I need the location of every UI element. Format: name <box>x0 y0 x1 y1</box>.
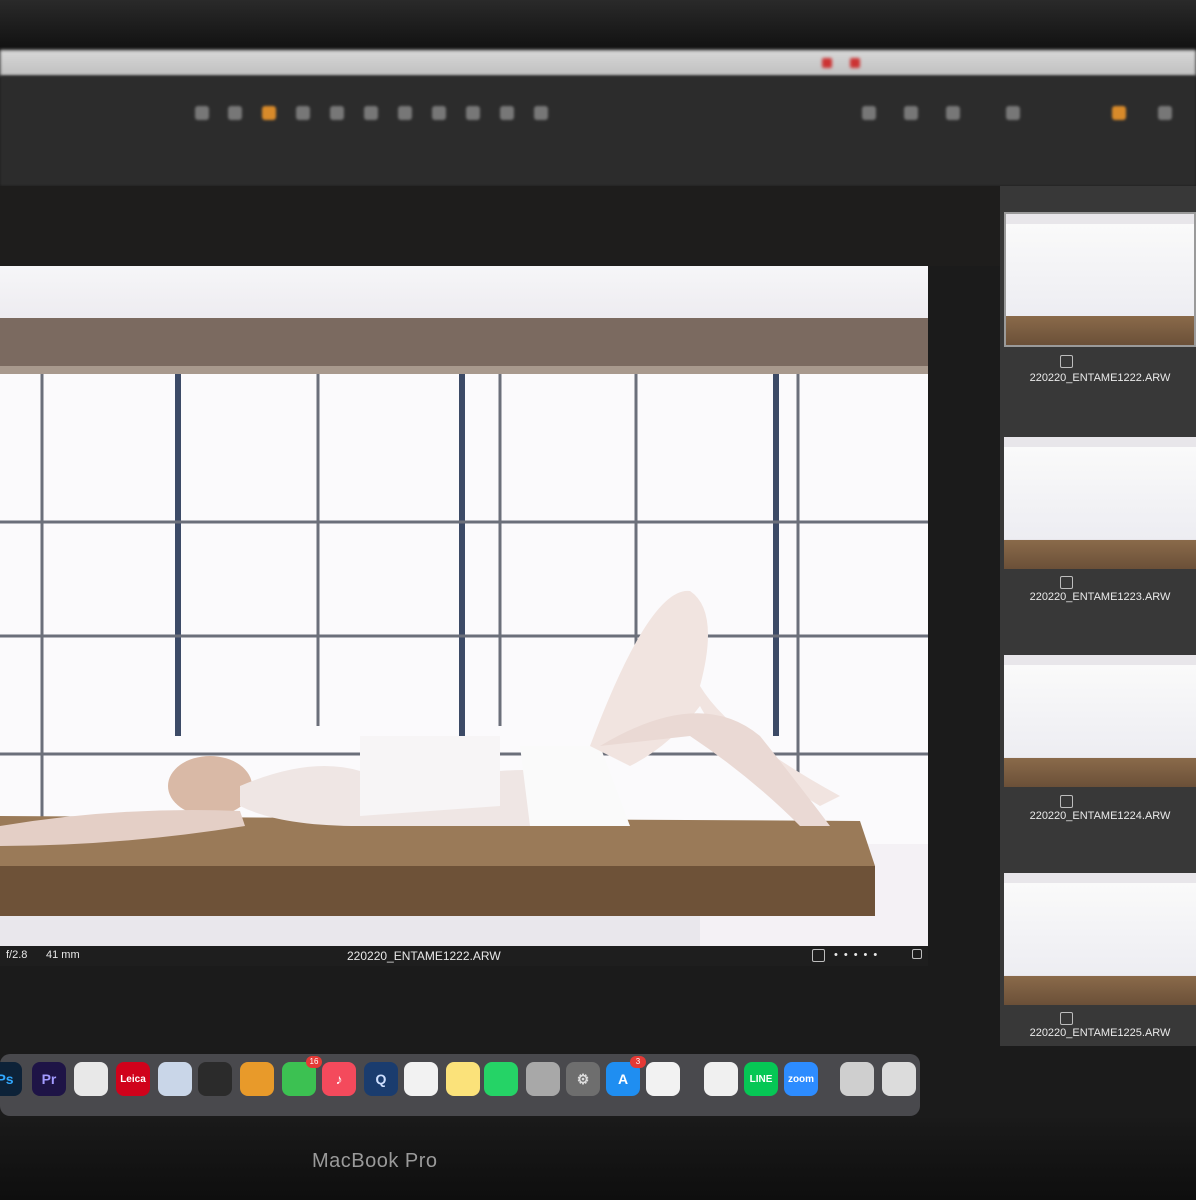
zoom-icon[interactable]: zoom <box>784 1062 818 1096</box>
tool-icon[interactable] <box>262 106 276 120</box>
leica-icon[interactable]: Leica <box>116 1062 150 1096</box>
rating-dots[interactable]: ••••• <box>834 949 883 961</box>
tool-icon[interactable] <box>534 106 548 120</box>
laptop-bezel-top <box>0 0 1196 50</box>
select-checkbox[interactable] <box>812 949 825 962</box>
tool-icon[interactable] <box>398 106 412 120</box>
thumbnail-filename: 220220_ENTAME1224.ARW <box>1029 810 1171 822</box>
tool-icon[interactable] <box>330 106 344 120</box>
menu-bar <box>0 50 1196 76</box>
filmstrip-thumbnail[interactable] <box>1004 873 1196 1005</box>
tool-icon[interactable] <box>1158 106 1172 120</box>
quicktime-icon[interactable]: Q <box>364 1062 398 1096</box>
davinci-resolve-icon[interactable] <box>198 1062 232 1096</box>
app-toolbar <box>0 76 1196 186</box>
notes-icon[interactable] <box>446 1062 480 1096</box>
photoshop-icon[interactable]: Ps <box>0 1062 22 1096</box>
script-editor-icon[interactable] <box>404 1062 438 1096</box>
viewer-background <box>0 186 1000 266</box>
filmstrip-thumbnail[interactable] <box>1004 437 1196 569</box>
record-indicator-icon <box>822 58 832 68</box>
chrome-icon[interactable] <box>74 1062 108 1096</box>
preview-icon[interactable] <box>158 1062 192 1096</box>
acrobat-icon[interactable] <box>704 1062 738 1096</box>
thumbnail-checkbox[interactable] <box>1060 1012 1073 1025</box>
thumbnail-filename: 220220_ENTAME1225.ARW <box>1029 1027 1171 1039</box>
aperture-label: f/2.8 <box>6 949 28 961</box>
tool-icon[interactable] <box>195 106 209 120</box>
main-photo-filename: 220220_ENTAME1222.ARW <box>347 949 501 963</box>
tool-icon[interactable] <box>432 106 446 120</box>
music-icon[interactable]: ♪ <box>322 1062 356 1096</box>
thumbnail-checkbox[interactable] <box>1060 355 1073 368</box>
main-photo-viewer[interactable] <box>0 266 928 946</box>
premiere-icon[interactable]: Pr <box>32 1062 66 1096</box>
dock: Ps Pr Leica ♪ Q ⚙ A LINE zoom 16 3 <box>0 1054 920 1116</box>
thumbnail-filename: 220220_ENTAME1222.ARW <box>1029 372 1171 384</box>
flag-icon[interactable] <box>912 949 922 959</box>
photo-info-bar: f/2.8 41 mm 220220_ENTAME1222.ARW ••••• <box>0 946 928 966</box>
tool-icon[interactable] <box>1112 106 1126 120</box>
laptop-brand-label: MacBook Pro <box>312 1150 438 1172</box>
system-preferences-icon[interactable]: ⚙ <box>566 1062 600 1096</box>
screenshot-icon[interactable] <box>526 1062 560 1096</box>
tool-icon[interactable] <box>466 106 480 120</box>
filmstrip-thumbnail-selected[interactable] <box>1004 212 1196 347</box>
tool-icon[interactable] <box>862 106 876 120</box>
thumbnail-filename: 220220_ENTAME1223.ARW <box>1029 591 1171 603</box>
line-icon[interactable]: LINE <box>744 1062 778 1096</box>
tool-icon[interactable] <box>296 106 310 120</box>
record-indicator-icon <box>850 58 860 68</box>
keynote-icon[interactable] <box>646 1062 680 1096</box>
tool-icon[interactable] <box>946 106 960 120</box>
downloads-icon[interactable] <box>840 1062 874 1096</box>
trash-icon[interactable] <box>882 1062 916 1096</box>
focal-length-label: 41 mm <box>46 949 80 961</box>
facetime-badge: 16 <box>306 1056 322 1068</box>
tool-icon[interactable] <box>364 106 378 120</box>
tool-icon[interactable] <box>904 106 918 120</box>
whatsapp-icon[interactable] <box>484 1062 518 1096</box>
laptop-chin <box>0 1118 1196 1200</box>
tool-icon[interactable] <box>1006 106 1020 120</box>
tool-icon[interactable] <box>228 106 242 120</box>
tool-icon[interactable] <box>500 106 514 120</box>
filmstrip-thumbnail[interactable] <box>1004 655 1196 787</box>
thumbnail-checkbox[interactable] <box>1060 795 1073 808</box>
app-store-badge: 3 <box>630 1056 646 1068</box>
thumbnail-checkbox[interactable] <box>1060 576 1073 589</box>
main-photo <box>0 318 928 946</box>
pages-icon[interactable] <box>240 1062 274 1096</box>
